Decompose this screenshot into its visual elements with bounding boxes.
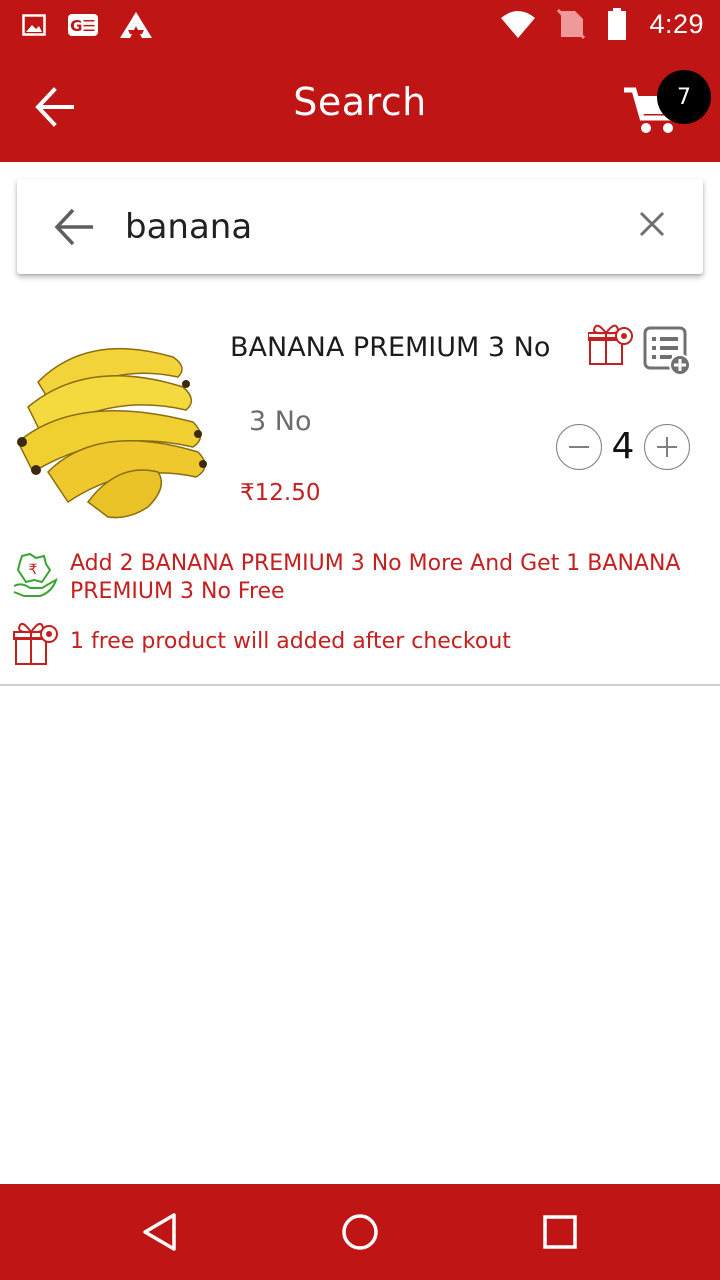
close-icon[interactable] [637, 209, 667, 239]
offer-text: Add 2 BANANA PREMIUM 3 No More And Get 1… [70, 551, 681, 604]
rupee-hand-icon: ₹ [13, 552, 58, 597]
product-list-item[interactable]: BANANA PREMIUM 3 No 3 No 4 ₹12.50 ₹ Add … [0, 300, 720, 686]
nav-recent-icon[interactable] [540, 1212, 580, 1252]
app-bar: Search 7 [0, 50, 720, 162]
quantity-stepper: 4 [556, 424, 692, 472]
system-nav-bar [0, 1184, 720, 1280]
search-input[interactable] [125, 199, 605, 255]
ge-icon: G☰ [68, 14, 98, 36]
app-logo-icon [120, 12, 152, 38]
gift-icon [13, 622, 58, 665]
banana-image [17, 347, 207, 519]
cart-count-badge: 7 [657, 70, 711, 124]
no-sim-icon [557, 9, 586, 39]
quantity-value: 4 [611, 426, 635, 467]
free-product-note: 1 free product will added after checkout [70, 629, 511, 654]
svg-text:G☰: G☰ [70, 17, 96, 35]
status-time: 4:29 [649, 8, 704, 39]
battery-icon [608, 8, 627, 40]
nav-back-icon[interactable] [140, 1212, 180, 1252]
gift-offer-icon[interactable] [588, 320, 634, 366]
screen: G☰ 4:29 Search 7 banana BANANA PREMIUM 3… [0, 0, 720, 1280]
page-title: Search [293, 80, 427, 124]
add-to-list-icon[interactable] [643, 326, 691, 376]
nav-home-icon[interactable] [340, 1212, 380, 1252]
image-icon [22, 14, 46, 36]
product-price: ₹12.50 [240, 480, 321, 506]
search-bar [17, 179, 703, 274]
search-back-arrow-icon[interactable] [53, 205, 97, 249]
status-bar: G☰ 4:29 [0, 0, 720, 50]
product-unit: 3 No [249, 406, 312, 437]
plus-icon[interactable] [644, 424, 690, 470]
minus-icon[interactable] [556, 424, 602, 470]
svg-text:₹: ₹ [29, 562, 38, 578]
wifi-icon [501, 11, 536, 38]
product-name: BANANA PREMIUM 3 No [230, 332, 551, 363]
